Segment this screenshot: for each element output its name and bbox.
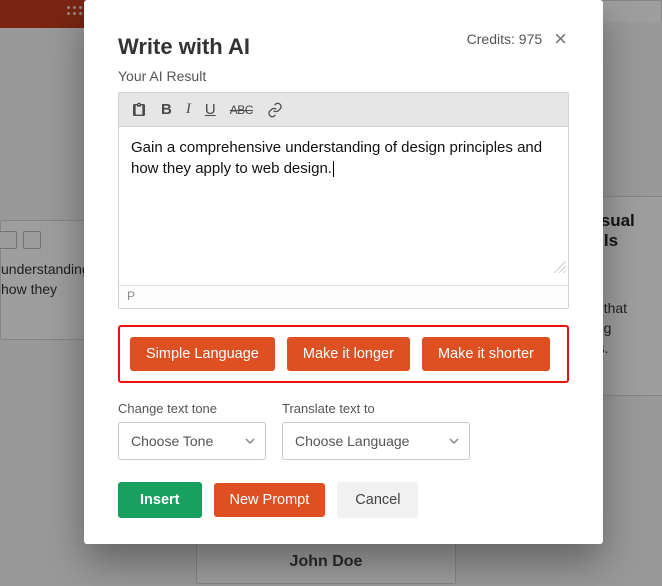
credits-value: 975	[519, 31, 542, 47]
language-select[interactable]: Choose Language	[282, 422, 470, 460]
write-with-ai-modal: Write with AI Credits: 975 × Your AI Res…	[84, 0, 603, 544]
editor-toolbar: B I U ABC	[119, 93, 568, 127]
tone-select-value: Choose Tone	[131, 433, 213, 449]
editor-textarea[interactable]: Gain a comprehensive understanding of de…	[119, 127, 568, 285]
chevron-down-icon	[245, 433, 255, 449]
paste-icon[interactable]	[131, 102, 147, 118]
new-prompt-button[interactable]: New Prompt	[214, 483, 326, 517]
tone-label: Change text tone	[118, 401, 266, 416]
bold-icon[interactable]: B	[161, 101, 172, 118]
editor: B I U ABC Gain a comprehensive understan…	[118, 92, 569, 309]
simple-language-button[interactable]: Simple Language	[130, 337, 275, 371]
translate-label: Translate text to	[282, 401, 470, 416]
credits-label: Credits: 975	[467, 31, 542, 47]
link-icon[interactable]	[267, 102, 283, 118]
strikethrough-icon[interactable]: ABC	[230, 103, 253, 117]
result-subtitle: Your AI Result	[118, 68, 569, 84]
close-icon[interactable]: ×	[552, 28, 569, 50]
modal-title: Write with AI	[118, 34, 250, 60]
insert-button[interactable]: Insert	[118, 482, 202, 518]
editor-path-bar: P	[119, 285, 568, 308]
tone-select[interactable]: Choose Tone	[118, 422, 266, 460]
chevron-down-icon	[449, 433, 459, 449]
underline-icon[interactable]: U	[205, 101, 216, 118]
language-select-value: Choose Language	[295, 433, 409, 449]
cancel-button[interactable]: Cancel	[337, 482, 418, 518]
quick-actions-highlight: Simple Language Make it longer Make it s…	[118, 325, 569, 383]
italic-icon[interactable]: I	[186, 101, 191, 118]
make-it-shorter-button[interactable]: Make it shorter	[422, 337, 550, 371]
make-it-longer-button[interactable]: Make it longer	[287, 337, 410, 371]
